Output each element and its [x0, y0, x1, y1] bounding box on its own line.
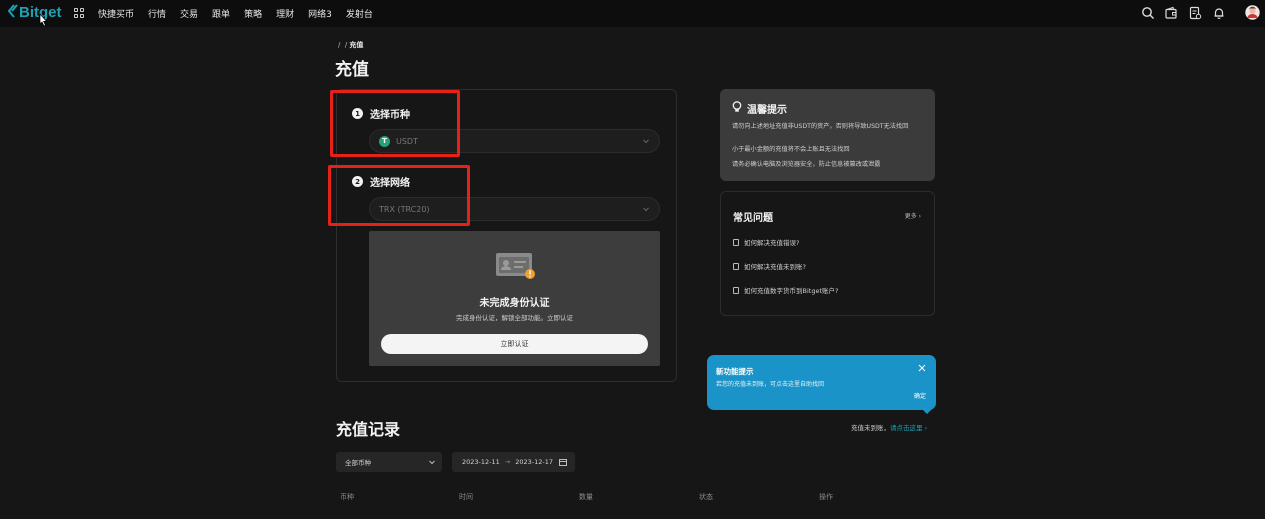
bitget-logo[interactable]: Bitget — [7, 4, 62, 21]
apps-grid-icon[interactable] — [74, 8, 84, 18]
orders-icon[interactable] — [1188, 6, 1202, 20]
nav-item-copy-trade[interactable]: 跟单 — [212, 7, 230, 20]
document-icon — [733, 262, 739, 270]
nav-item-web3[interactable]: 网络3 — [308, 7, 332, 20]
records-help: 充值未到账，请点击这里 › — [851, 422, 927, 432]
coin-filter-select[interactable]: 全部币种 — [336, 452, 442, 472]
date-from: 2023-12-11 — [462, 458, 500, 466]
id-card-icon — [496, 253, 535, 279]
highlight-box-coin — [330, 90, 460, 157]
close-icon[interactable] — [918, 364, 926, 372]
tips-title: 温馨提示 — [747, 105, 787, 116]
notification-bell-icon[interactable] — [1212, 6, 1226, 20]
faq-item-text: 如何解决充值错误? — [744, 239, 800, 247]
popup-title: 新功能提示 — [716, 367, 754, 376]
lightbulb-icon — [732, 101, 742, 112]
coin-filter-value: 全部币种 — [345, 459, 371, 467]
breadcrumb-separator: / — [338, 41, 341, 49]
records-title: 充值记录 — [336, 420, 401, 439]
avatar[interactable] — [1245, 5, 1260, 20]
document-icon — [733, 238, 739, 246]
wallet-icon[interactable] — [1164, 6, 1178, 20]
calendar-icon — [559, 459, 567, 466]
tips-line: 请务必确认电脑及浏览器安全，防止信息被篡改或泄露 — [732, 161, 881, 168]
search-icon[interactable] — [1141, 6, 1155, 20]
faq-item[interactable]: 如何充值数字货币到Bitget账户? — [733, 285, 838, 295]
faq-title: 常见问题 — [733, 213, 773, 224]
bitget-logo-mark-icon — [7, 4, 18, 21]
records-help-link[interactable]: 请点击这里 › — [890, 424, 927, 432]
tips-panel: 温馨提示 请勿向上述地址充值非USDT的资产，否则将导致USDT无法找回 小于最… — [720, 89, 935, 181]
verify-now-button[interactable]: 立即认证 — [381, 334, 648, 354]
tips-line: 请勿向上述地址充值非USDT的资产，否则将导致USDT无法找回 — [732, 123, 909, 130]
breadcrumb-current: 充值 — [349, 41, 364, 49]
nav-item-strategy[interactable]: 策略 — [244, 7, 262, 20]
faq-item-text: 如何充值数字货币到Bitget账户? — [744, 287, 839, 295]
records-help-text: 充值未到账， — [851, 424, 890, 432]
kyc-title: 未完成身份认证 — [479, 298, 550, 309]
nav-item-launchpad[interactable]: 发射台 — [346, 7, 373, 20]
column-header-action: 操作 — [819, 493, 833, 501]
nav-item-earn[interactable]: 理财 — [276, 7, 294, 20]
column-header-amount: 数量 — [579, 493, 593, 501]
faq-item[interactable]: 如何解决充值未到账? — [733, 261, 806, 271]
chevron-down-icon — [643, 139, 649, 144]
chevron-down-icon — [643, 207, 649, 212]
nav-item-trade[interactable]: 交易 — [180, 7, 198, 20]
column-header-time: 时间 — [459, 493, 473, 501]
breadcrumb-separator: / — [344, 41, 348, 49]
new-feature-popup: 新功能提示 若您的充值未到账，可点击这里自助找回 确定 — [707, 355, 936, 414]
faq-more-link[interactable]: 更多 › — [905, 211, 921, 220]
top-navbar: Bitget 快捷买币 行情 交易 跟单 策略 理财 网络3 发射台 — [0, 0, 1265, 27]
column-header-coin: 币种 — [340, 493, 354, 501]
popup-pointer — [921, 408, 933, 414]
popup-body: 若您的充值未到账，可点击这里自助找回 — [716, 381, 825, 388]
kyc-required-panel: 未完成身份认证 完成身份认证，解锁全部功能。立即认证 立即认证 — [369, 231, 660, 366]
mouse-cursor-icon — [39, 14, 48, 26]
date-separator: → — [504, 458, 511, 466]
faq-item-text: 如何解决充值未到账? — [744, 263, 806, 271]
popup-confirm-button[interactable]: 确定 — [914, 391, 926, 400]
kyc-subtitle: 完成身份认证，解锁全部功能。立即认证 — [456, 314, 573, 322]
date-range-picker[interactable]: 2023-12-11 → 2023-12-17 — [452, 452, 575, 472]
page-title: 充值 — [335, 60, 369, 80]
faq-item[interactable]: 如何解决充值错误? — [733, 237, 799, 247]
date-to: 2023-12-17 — [515, 458, 554, 466]
main-nav: 快捷买币 行情 交易 跟单 策略 理财 网络3 发射台 — [98, 7, 387, 20]
column-header-status: 状态 — [699, 493, 713, 501]
faq-panel: 常见问题 更多 › 如何解决充值错误? 如何解决充值未到账? 如何充值数字货币到… — [720, 191, 935, 316]
nav-item-quick-buy[interactable]: 快捷买币 — [98, 7, 134, 20]
tips-line: 小于最小金额的充值将不会上账且无法找回 — [732, 146, 850, 153]
document-icon — [733, 286, 739, 294]
breadcrumb: / / 充值 — [338, 40, 363, 50]
chevron-down-icon — [429, 460, 435, 465]
nav-item-markets[interactable]: 行情 — [148, 7, 166, 20]
highlight-box-network — [328, 165, 470, 226]
